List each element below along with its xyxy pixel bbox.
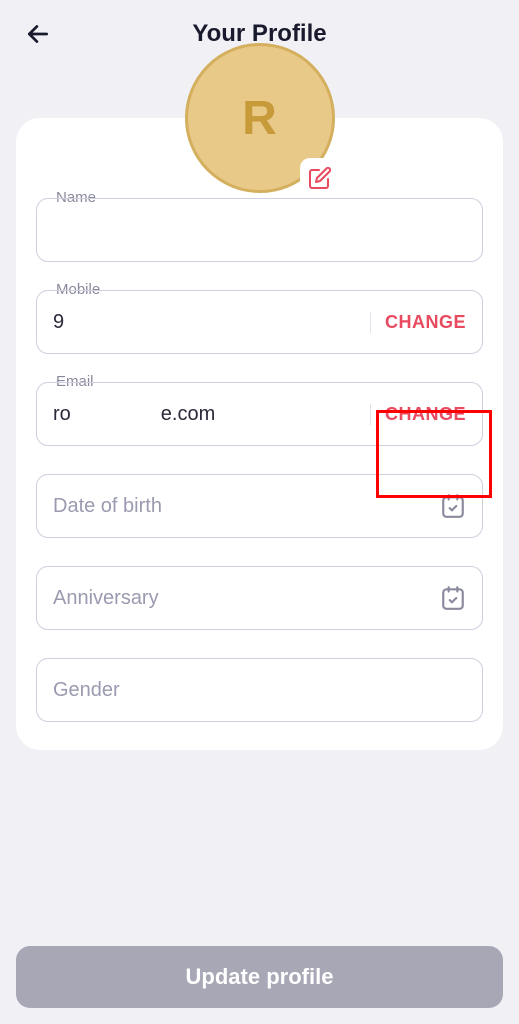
calendar-icon [440,585,466,611]
profile-card: R Name Mobile 9 CHANGE Email ro e.com CH… [16,118,503,750]
dob-input[interactable]: Date of birth [36,474,483,538]
dob-placeholder: Date of birth [53,495,162,518]
gender-placeholder: Gender [53,679,120,702]
name-input[interactable] [36,198,483,262]
mobile-field-group: Mobile 9 CHANGE [36,290,483,354]
back-button[interactable] [24,20,52,48]
email-change-button[interactable]: CHANGE [370,404,466,425]
avatar-initial: R [242,91,277,146]
name-field-group: Name [36,198,483,262]
anniversary-input[interactable]: Anniversary [36,566,483,630]
back-arrow-icon [25,21,51,47]
avatar-container: R [185,43,335,193]
email-value: ro e.com [53,403,370,426]
calendar-icon [440,493,466,519]
gender-input[interactable]: Gender [36,658,483,722]
mobile-value: 9 [53,311,370,334]
update-profile-button[interactable]: Update profile [16,946,503,1008]
edit-icon [308,166,332,190]
edit-avatar-button[interactable] [300,158,340,198]
anniversary-placeholder: Anniversary [53,587,159,610]
mobile-change-button[interactable]: CHANGE [370,312,466,333]
update-label: Update profile [186,964,334,990]
mobile-input[interactable]: 9 CHANGE [36,290,483,354]
email-field-group: Email ro e.com CHANGE [36,382,483,446]
email-input[interactable]: ro e.com CHANGE [36,382,483,446]
